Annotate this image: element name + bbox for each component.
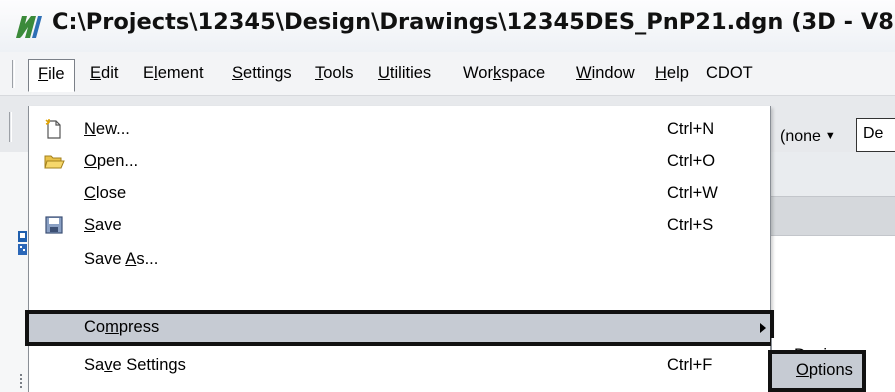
menu-workspace[interactable]: Workspace bbox=[454, 59, 554, 89]
shortcut-text: Ctrl+F bbox=[667, 356, 713, 374]
file-menu-dropdown: New... Ctrl+N Open... Ctrl+O Close Ctrl+… bbox=[25, 106, 774, 392]
shortcut-text: Ctrl+W bbox=[667, 184, 718, 202]
level-dropdown-value: (none bbox=[780, 128, 821, 145]
menu-item-save[interactable]: Save Ctrl+S bbox=[29, 210, 770, 242]
menu-bar: File Edit Element Settings Tools Utiliti… bbox=[0, 52, 895, 96]
menubar-grip[interactable] bbox=[12, 60, 15, 88]
toolbar-text-field[interactable]: De bbox=[856, 118, 895, 152]
save-disk-icon bbox=[45, 216, 63, 234]
menu-file[interactable]: File bbox=[28, 59, 75, 92]
menu-item-close[interactable]: Close Ctrl+W bbox=[29, 178, 770, 210]
toolbar-grip[interactable] bbox=[9, 112, 12, 142]
left-tool-strip bbox=[0, 152, 28, 392]
title-bar: C:\Projects\12345\Design\Drawings\12345D… bbox=[0, 0, 895, 52]
left-strip-grip[interactable] bbox=[20, 374, 23, 388]
menu-window[interactable]: Window bbox=[567, 59, 644, 89]
menu-item-new[interactable]: New... Ctrl+N bbox=[29, 114, 770, 146]
menu-settings[interactable]: Settings bbox=[223, 59, 301, 89]
shortcut-text: Ctrl+O bbox=[667, 152, 716, 170]
menu-item-save-as[interactable]: Save As... bbox=[29, 244, 770, 276]
dropdown-arrow-icon: ▼ bbox=[824, 130, 836, 142]
shortcut-text: Ctrl+N bbox=[667, 120, 715, 138]
menu-item-save-settings[interactable]: Save Settings Ctrl+F bbox=[29, 350, 770, 382]
microstation-app-icon[interactable] bbox=[14, 12, 44, 40]
new-file-icon bbox=[45, 119, 61, 139]
level-dropdown[interactable]: (none ▼ bbox=[780, 128, 836, 146]
menu-item-compress[interactable]: Compress bbox=[25, 310, 774, 346]
shortcut-text: Ctrl+S bbox=[667, 216, 714, 234]
menu-tools[interactable]: Tools bbox=[306, 59, 363, 89]
menu-help[interactable]: Help bbox=[646, 59, 698, 89]
window-title: C:\Projects\12345\Design\Drawings\12345D… bbox=[52, 9, 894, 35]
menu-cdot[interactable]: CDOT bbox=[697, 59, 762, 89]
menu-element[interactable]: Element bbox=[134, 59, 213, 89]
menu-edit[interactable]: Edit bbox=[81, 59, 127, 89]
open-folder-icon bbox=[44, 155, 65, 169]
menu-utilities[interactable]: Utilities bbox=[369, 59, 440, 89]
panel-header bbox=[770, 196, 895, 236]
submenu-arrow-icon bbox=[760, 323, 766, 333]
menu-item-open[interactable]: Open... Ctrl+O bbox=[29, 146, 770, 178]
tool-box-icon[interactable] bbox=[17, 230, 28, 256]
submenu-item-options[interactable]: Options bbox=[768, 350, 866, 392]
